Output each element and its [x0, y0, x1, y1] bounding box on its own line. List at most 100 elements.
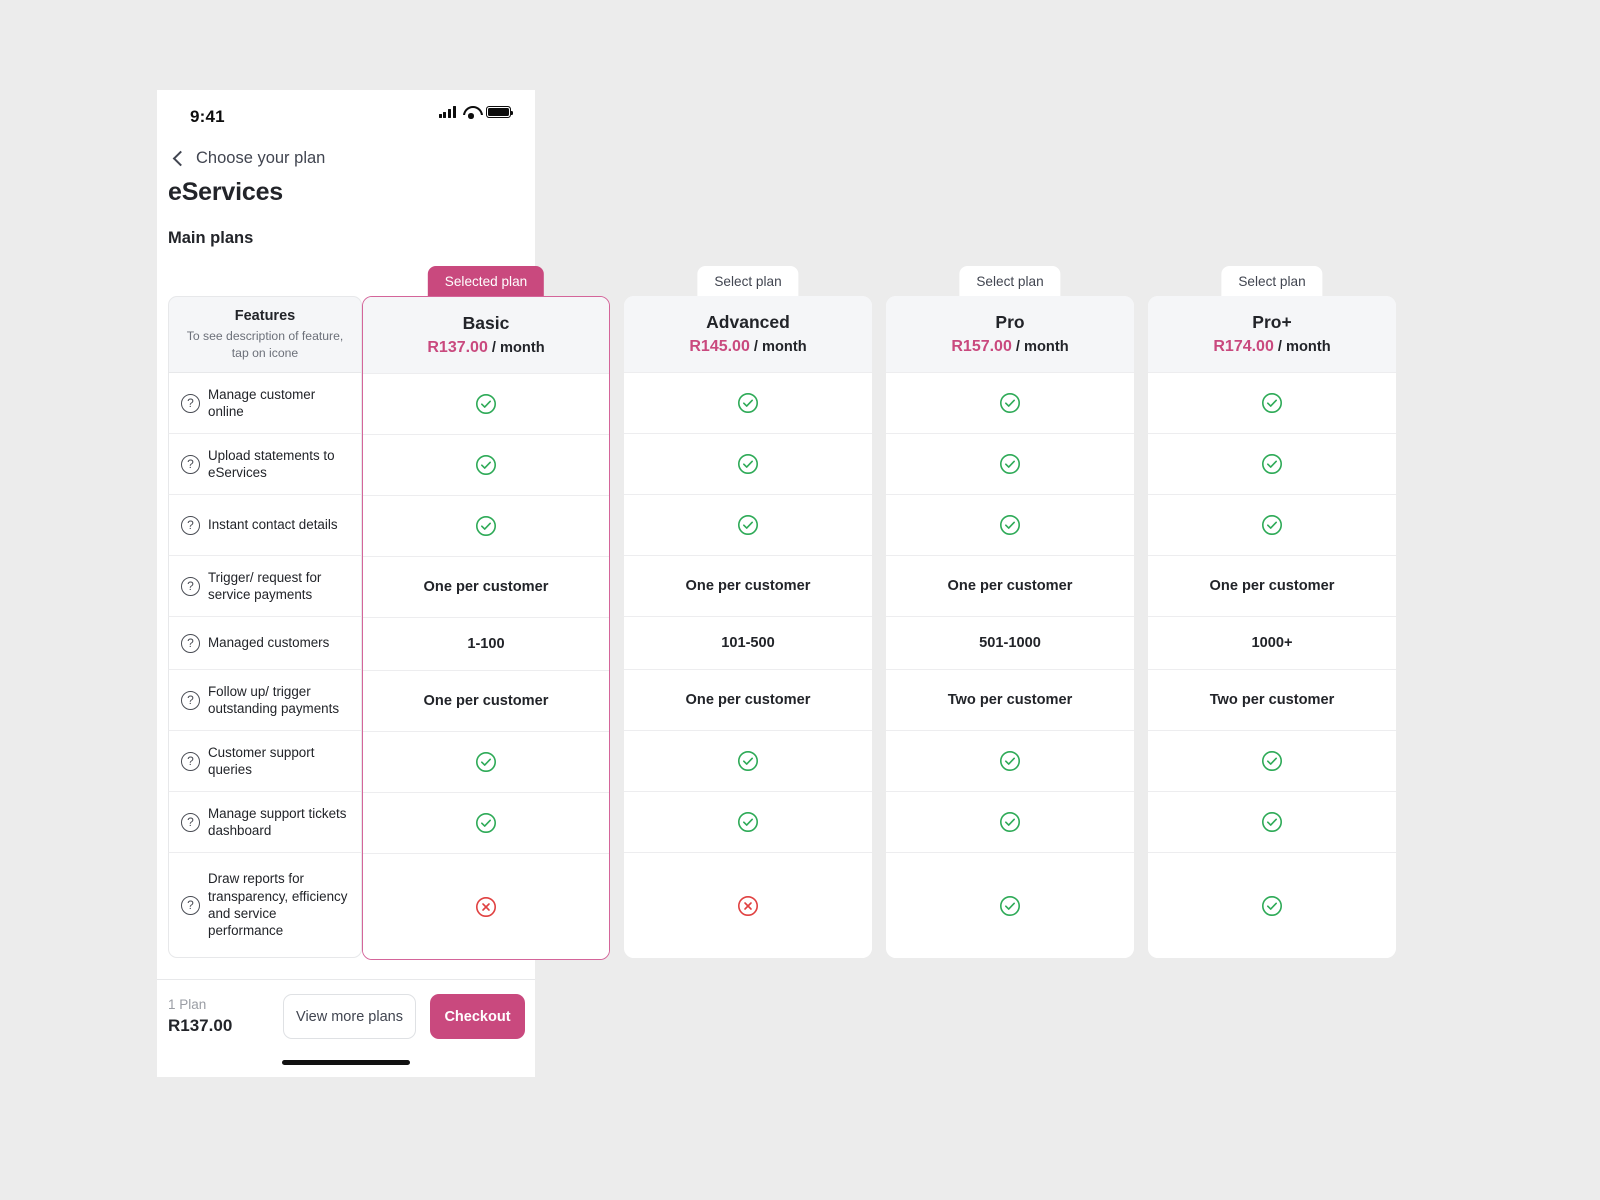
view-more-plans-button[interactable]: View more plans [283, 994, 416, 1039]
plan-feature-cell: One per customer [624, 556, 872, 617]
feature-row: ? Customer support queries [168, 731, 362, 792]
plan-feature-cell [886, 434, 1134, 495]
section-title: Main plans [168, 229, 254, 247]
plan-card[interactable]: Pro+ R174.00 / month One per customer 1000+… [1148, 296, 1396, 958]
plan-feature-cell [886, 853, 1134, 958]
plan-feature-cell [363, 496, 609, 557]
plan-card[interactable]: Pro R157.00 / month One per customer 501-10… [886, 296, 1134, 958]
plan-feature-cell [624, 434, 872, 495]
plan-feature-cell: Two per customer [1148, 670, 1396, 731]
plan-card[interactable]: Basic R137.00 / month One per customer 1-10… [362, 296, 610, 960]
feature-label: Manage customer online [208, 386, 316, 419]
feature-label: Instant contact details [208, 517, 338, 533]
plan-name: Advanced [706, 312, 790, 332]
chevron-left-icon[interactable] [168, 147, 190, 169]
page-title: eServices [168, 178, 283, 206]
question-mark-icon[interactable]: ? [181, 690, 200, 710]
plan-card[interactable]: Advanced R145.00 / month One per customer 1… [624, 296, 872, 958]
select-plan-button[interactable]: Select plan [959, 266, 1061, 296]
feature-label: Customer support queries [208, 744, 315, 777]
feature-label: Upload statements to eServices [208, 447, 335, 480]
bottom-action-bar: 1 Plan R137.00 View more plans Checkout [157, 979, 535, 1077]
plan-price: R157.00 / month [951, 338, 1068, 356]
features-column: Features To see description of feature, … [168, 296, 362, 958]
question-mark-icon[interactable]: ? [181, 751, 200, 771]
plan-price: R145.00 / month [689, 338, 806, 356]
plan-price-amount: R157.00 [951, 338, 1012, 355]
home-indicator [282, 1060, 410, 1065]
feature-row: ? Upload statements to eServices [168, 434, 362, 495]
plan-feature-cell [624, 495, 872, 556]
plan-feature-cell [1148, 853, 1396, 958]
plan-feature-cell: One per customer [624, 670, 872, 731]
check-icon [1260, 452, 1284, 476]
check-icon [736, 513, 760, 537]
comparison-grid: Features To see description of feature, … [168, 266, 1396, 960]
selected-plan-tab[interactable]: Selected plan [427, 266, 545, 296]
plan-price-amount: R174.00 [1213, 338, 1274, 355]
plan-feature-cell [1148, 373, 1396, 434]
check-icon [1260, 894, 1284, 918]
plan-header: Pro+ R174.00 / month [1148, 296, 1396, 373]
question-mark-icon[interactable]: ? [181, 895, 200, 915]
feature-row: ? Trigger/ request for service payments [168, 556, 362, 617]
feature-row: ? Managed customers [168, 617, 362, 670]
question-mark-icon[interactable]: ? [181, 515, 200, 535]
plan-price-amount: R137.00 [427, 339, 488, 356]
plan-feature-cell: One per customer [363, 557, 609, 618]
plan-feature-cell [363, 374, 609, 435]
feature-row: ? Manage support tickets dashboard [168, 792, 362, 853]
features-subtitle: To see description of feature, tap on ic… [186, 329, 344, 360]
back-navigation[interactable]: Choose your plan [157, 144, 535, 172]
feature-label: Follow up/ trigger outstanding payments [208, 683, 340, 716]
plan-feature-cell [624, 853, 872, 958]
plan-feature-cell [1148, 434, 1396, 495]
question-mark-icon[interactable]: ? [181, 454, 200, 474]
cellular-signal-icon [438, 106, 456, 118]
feature-row-list: ? Manage customer online? Upload statement… [168, 373, 362, 958]
checkout-button[interactable]: Checkout [430, 994, 525, 1039]
question-mark-icon[interactable]: ? [181, 393, 200, 413]
plan-column-proplus: Select plan Pro+ R174.00 / month One per cu… [1148, 266, 1396, 958]
plan-column-pro: Select plan Pro R157.00 / month One per cus… [886, 266, 1134, 958]
plan-column-basic: Selected plan Basic R137.00 / month One per… [362, 266, 610, 960]
plan-feature-cell [886, 792, 1134, 853]
status-icons [438, 106, 514, 119]
question-mark-icon[interactable]: ? [181, 633, 200, 653]
plan-feature-cell [886, 731, 1134, 792]
plan-feature-cell: Two per customer [886, 670, 1134, 731]
cross-icon [474, 895, 498, 919]
check-icon [1260, 810, 1284, 834]
check-icon [736, 391, 760, 415]
check-icon [998, 749, 1022, 773]
select-plan-button[interactable]: Select plan [697, 266, 799, 296]
question-mark-icon[interactable]: ? [181, 576, 200, 596]
check-icon [736, 810, 760, 834]
cross-icon [736, 894, 760, 918]
plan-feature-cell [363, 732, 609, 793]
plan-feature-cell: One per customer [1148, 556, 1396, 617]
plan-feature-cell: 1-100 [363, 618, 609, 671]
feature-row: ? Follow up/ trigger outstanding payments [168, 670, 362, 731]
plan-feature-cell [624, 731, 872, 792]
plan-price-period: / month [753, 339, 807, 355]
check-icon [736, 749, 760, 773]
check-icon [474, 811, 498, 835]
check-icon [998, 810, 1022, 834]
feature-row: ? Instant contact details [168, 495, 362, 556]
wifi-icon [463, 106, 479, 119]
plan-feature-cell [1148, 731, 1396, 792]
plan-feature-cell: 1000+ [1148, 617, 1396, 670]
plan-feature-cell [363, 435, 609, 496]
feature-label: Trigger/ request for service payments [208, 569, 322, 602]
check-icon [474, 392, 498, 416]
features-header: Features To see description of feature, … [168, 296, 362, 373]
plan-feature-cell [363, 793, 609, 854]
plan-price: R174.00 / month [1213, 338, 1330, 356]
plan-comparison-table: Features To see description of feature, … [168, 266, 1396, 960]
select-plan-button[interactable]: Select plan [1221, 266, 1323, 296]
plan-column-advanced: Select plan Advanced R145.00 / month One pe… [624, 266, 872, 958]
question-mark-icon[interactable]: ? [181, 812, 200, 832]
plan-feature-cell: One per customer [886, 556, 1134, 617]
status-bar: 9:41 [157, 90, 535, 136]
